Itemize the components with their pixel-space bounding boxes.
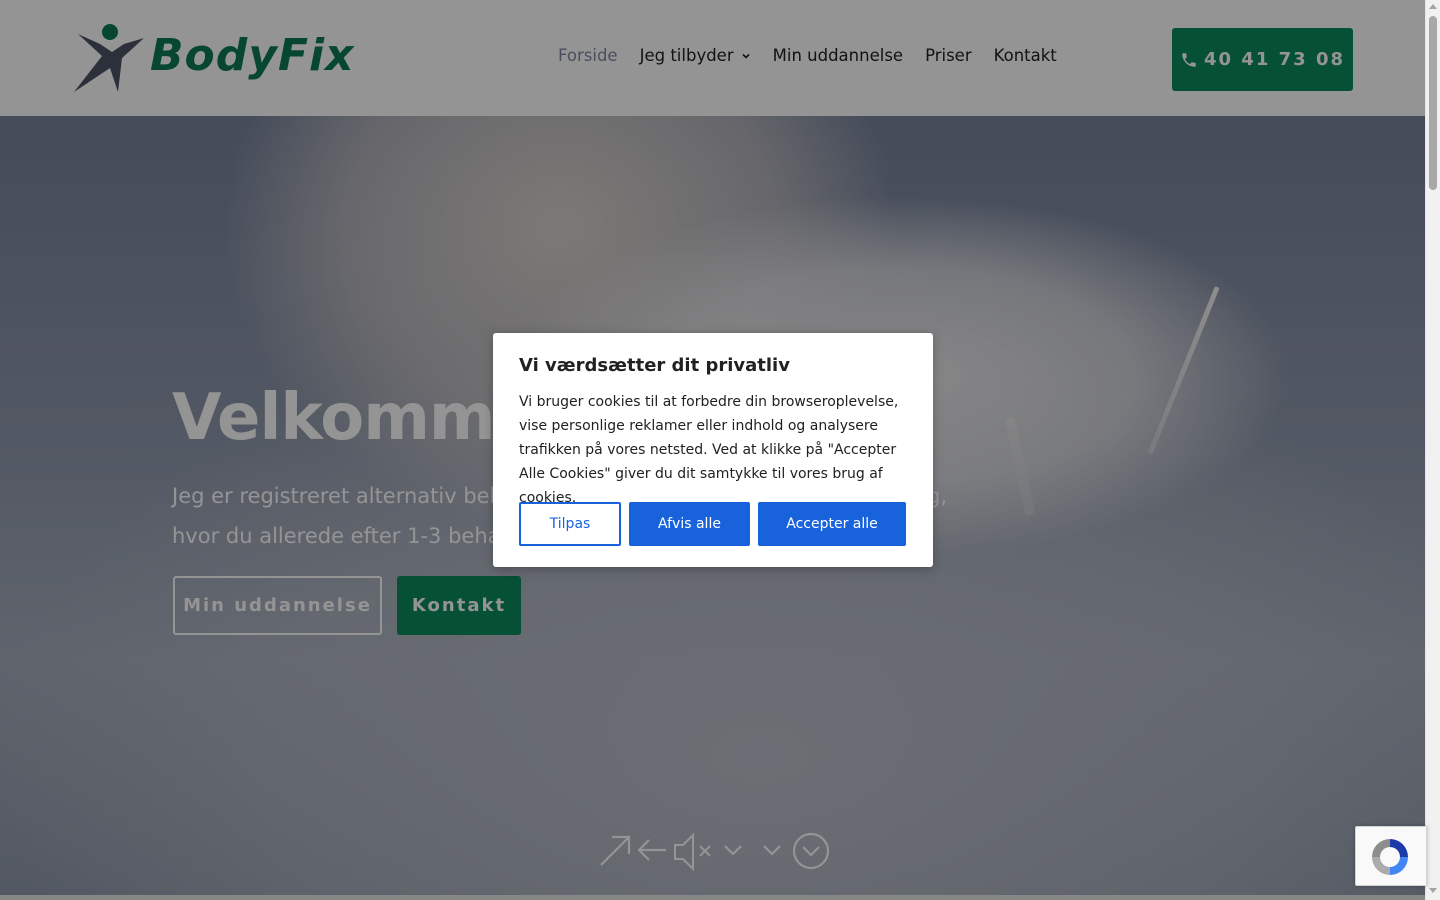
page: BodyFix Forside Jeg tilbyder Min uddanne… <box>0 0 1440 900</box>
customize-button[interactable]: Tilpas <box>519 502 621 546</box>
recaptcha-badge[interactable] <box>1355 826 1427 886</box>
scroll-up-arrow[interactable] <box>1429 4 1437 9</box>
scrollbar-thumb[interactable] <box>1429 16 1437 190</box>
cookie-dialog-title: Vi værdsætter dit privatliv <box>519 355 790 376</box>
cookie-dialog-text: Vi bruger cookies til at forbedre din br… <box>519 394 899 506</box>
reject-all-button[interactable]: Afvis alle <box>629 502 750 546</box>
recaptcha-icon <box>1372 839 1408 875</box>
scroll-down-arrow[interactable] <box>1429 888 1437 893</box>
cookie-consent-dialog: Vi værdsætter dit privatliv Vi bruger co… <box>493 333 933 567</box>
page-scrollbar[interactable] <box>1425 0 1440 900</box>
cookie-dialog-buttons: Tilpas Afvis alle Accepter alle <box>519 502 906 546</box>
accept-all-button[interactable]: Accepter alle <box>758 502 906 546</box>
